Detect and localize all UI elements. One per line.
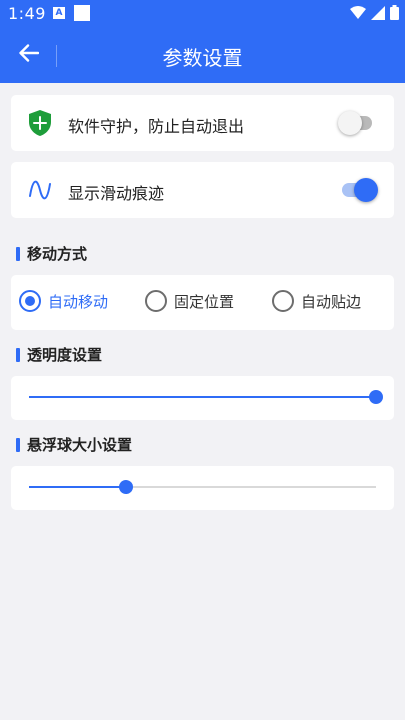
radio-circle bbox=[145, 290, 167, 312]
transparency-section-title: 透明度设置 bbox=[16, 344, 102, 365]
trail-toggle[interactable] bbox=[338, 178, 378, 202]
notification-a-icon: A bbox=[53, 7, 65, 19]
section-marker bbox=[16, 347, 20, 362]
move-mode-title: 移动方式 bbox=[27, 245, 88, 263]
transparency-title: 透明度设置 bbox=[27, 346, 103, 364]
status-bar: 1:49 A bbox=[0, 0, 405, 28]
radio-label: 固定位置 bbox=[174, 292, 235, 311]
radio-circle bbox=[19, 290, 41, 312]
section-marker bbox=[16, 437, 20, 452]
radio-circle bbox=[272, 290, 294, 312]
slider-fill bbox=[29, 486, 127, 488]
toggle-knob bbox=[338, 111, 362, 135]
app-bar: 参数设置 bbox=[0, 28, 405, 83]
guard-setting-card: 软件守护，防止自动退出 bbox=[11, 95, 394, 151]
ball-size-section-title: 悬浮球大小设置 bbox=[16, 434, 132, 455]
ball-size-title: 悬浮球大小设置 bbox=[27, 436, 133, 454]
shield-plus-icon bbox=[26, 108, 54, 138]
transparency-slider[interactable] bbox=[29, 390, 383, 404]
status-time: 1:49 bbox=[8, 4, 46, 23]
slider-thumb[interactable] bbox=[369, 390, 383, 404]
page-title: 参数设置 bbox=[162, 46, 243, 70]
guard-toggle[interactable] bbox=[338, 111, 378, 135]
slider-thumb[interactable] bbox=[119, 480, 134, 494]
radio-fixed-position[interactable]: 固定位置 bbox=[145, 290, 234, 312]
move-mode-section-title: 移动方式 bbox=[16, 243, 87, 264]
move-mode-card: 自动移动 固定位置 自动贴边 bbox=[11, 275, 394, 330]
trail-setting-card: 显示滑动痕迹 bbox=[11, 162, 394, 218]
wifi-icon bbox=[350, 5, 366, 24]
ball-size-card bbox=[11, 466, 394, 510]
radio-auto-edge[interactable]: 自动贴边 bbox=[272, 290, 361, 312]
guard-setting-label: 软件守护，防止自动退出 bbox=[68, 117, 245, 136]
radio-label: 自动贴边 bbox=[301, 292, 362, 311]
notification-square-icon bbox=[74, 5, 90, 21]
radio-auto-move[interactable]: 自动移动 bbox=[19, 290, 108, 312]
ball-size-slider[interactable] bbox=[29, 480, 376, 494]
slider-fill bbox=[29, 396, 376, 398]
section-marker bbox=[16, 246, 20, 261]
toggle-knob bbox=[354, 178, 378, 202]
transparency-card bbox=[11, 376, 394, 420]
trail-setting-label: 显示滑动痕迹 bbox=[68, 184, 165, 203]
battery-icon bbox=[390, 4, 399, 24]
signal-icon bbox=[371, 5, 385, 24]
radio-label: 自动移动 bbox=[48, 292, 109, 311]
status-icons bbox=[350, 4, 399, 24]
wave-icon bbox=[26, 175, 54, 205]
